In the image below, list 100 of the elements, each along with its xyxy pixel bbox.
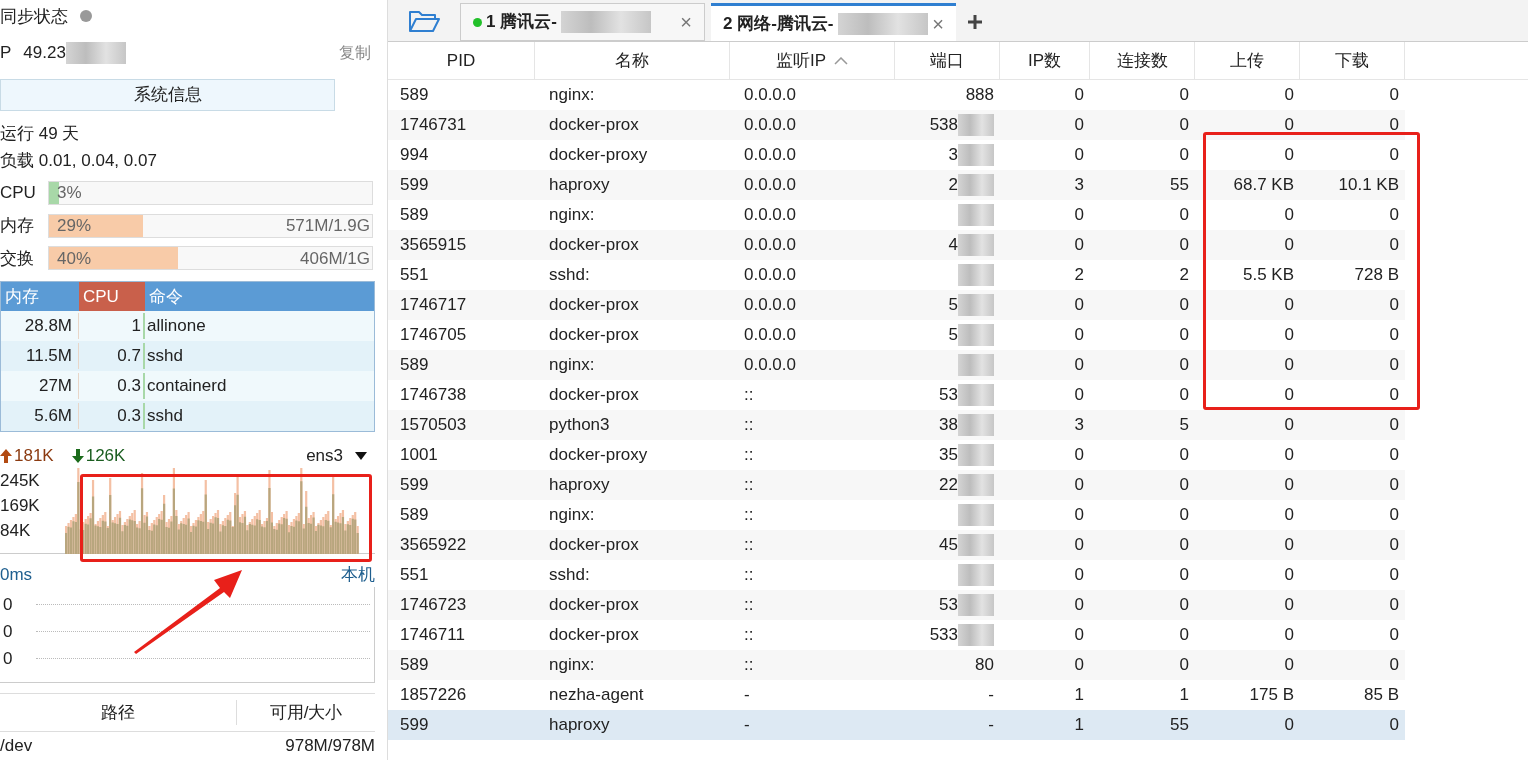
table-cell-text: 0: [1178, 384, 1190, 407]
blurred-patch: [958, 624, 994, 646]
table-row[interactable]: 1570503 python3 :: 38 3 5 0 0: [388, 410, 1405, 440]
table-cell-text: docker-prox: [548, 624, 640, 647]
table-cell-text: 35: [939, 444, 958, 467]
table-cell-text: 0: [1388, 204, 1400, 227]
column-header[interactable]: 监听IP: [730, 42, 895, 79]
meter-percent: 40%: [57, 247, 92, 270]
table-row[interactable]: 3565915 docker-prox 0.0.0.0 4 0 0 0 0: [388, 230, 1405, 260]
tab[interactable]: 1 腾讯云- ×: [460, 3, 705, 41]
table-cell-text: 551: [399, 564, 430, 587]
table-cell-text: 0: [1388, 624, 1400, 647]
table-cell-text: 0: [1073, 624, 1085, 647]
blurred-patch: [958, 444, 994, 466]
table-cell-text: 45: [939, 534, 958, 557]
table-cell-text: 0: [1283, 504, 1295, 527]
table-row[interactable]: 589 nginx: :: 80 0 0 0 0: [388, 650, 1405, 680]
table-cell-text: sshd: [146, 405, 184, 428]
table-cell-text: haproxy: [548, 714, 611, 737]
table-cell-text: 0: [1283, 654, 1295, 677]
table-row[interactable]: 599 haproxy - - 1 55 0 0: [388, 710, 1405, 740]
table-cell-text: 0: [1178, 444, 1190, 467]
blurred-patch: [958, 474, 994, 496]
table-cell-text: 0: [1073, 444, 1085, 467]
uptime-text: 运行 49 天: [0, 122, 81, 145]
table-cell-text: ::: [743, 414, 755, 437]
upload-rate: 181K: [14, 445, 54, 468]
table-cell-text: -: [988, 714, 994, 737]
blurred-patch: [958, 204, 994, 226]
column-header[interactable]: 可用/大小: [237, 699, 375, 726]
table-cell-text: 4: [948, 234, 958, 257]
table-cell-text: 1570503: [399, 414, 468, 437]
table-cell-text: 0.0.0.0: [743, 84, 797, 107]
table-cell-text: 0: [1283, 564, 1295, 587]
table-cell-text: 0: [1073, 204, 1085, 227]
column-header[interactable]: 名称: [535, 42, 730, 79]
folder-icon[interactable]: [408, 9, 440, 33]
table-cell-text: 0.0.0.0: [743, 114, 797, 137]
table-cell-text: sshd:: [548, 264, 591, 287]
column-header[interactable]: 上传: [1195, 42, 1300, 79]
table-cell-text: 53: [939, 384, 958, 407]
table-cell-text: 589: [399, 204, 430, 227]
table-row[interactable]: 599 haproxy 0.0.0.0 2 3 55 68.7 KB 10.1 KB: [388, 170, 1405, 200]
table-row[interactable]: 599 haproxy :: 22 0 0 0 0: [388, 470, 1405, 500]
table-cell-text: docker-prox: [548, 594, 640, 617]
table-cell-text: ::: [743, 534, 755, 557]
table-cell-text: containerd: [146, 375, 228, 398]
table-cell-text: 0: [1178, 144, 1190, 167]
upload-arrow-icon: [0, 448, 12, 463]
table-cell-text: 3: [1073, 174, 1085, 197]
table-cell-text: 175 B: [1248, 684, 1295, 707]
close-icon[interactable]: ×: [680, 7, 692, 37]
table-cell-text: 0: [1388, 714, 1400, 737]
table-row[interactable]: 589 nginx: 0.0.0.0 0 0 0 0: [388, 350, 1405, 380]
table-cell-text: 0: [1073, 384, 1085, 407]
latency-target[interactable]: 本机: [341, 561, 375, 588]
table-cell-text: 888: [965, 84, 994, 107]
interface-select[interactable]: ens3: [306, 443, 367, 469]
axis-label: 0: [2, 594, 14, 617]
table-cell-text: 3565922: [399, 534, 468, 557]
column-header[interactable]: CPU: [79, 281, 145, 311]
table-cell: 5.6M: [1, 403, 79, 429]
table-cell-text: 5: [1178, 414, 1190, 437]
table-cell-text: 0: [1283, 534, 1295, 557]
table-cell-text: 0: [1283, 594, 1295, 617]
table-row[interactable]: 1746717 docker-prox 0.0.0.0 5 0 0 0 0: [388, 290, 1405, 320]
table-cell-text: 0: [1388, 444, 1400, 467]
column-header[interactable]: PID: [388, 42, 535, 79]
table-cell-text: 0: [1388, 354, 1400, 377]
table-cell-text: docker-prox: [548, 534, 640, 557]
table-cell-text: 0: [1073, 144, 1085, 167]
table-row[interactable]: 1746731 docker-prox 0.0.0.0 538 0 0 0 0: [388, 110, 1405, 140]
table-cell-text: 0: [1388, 414, 1400, 437]
download-arrow-icon: [71, 448, 84, 463]
table-cell-text: sshd:: [548, 564, 591, 587]
column-header[interactable]: 端口: [895, 42, 1000, 79]
tab[interactable]: 2 网络-腾讯云- ×: [711, 3, 956, 41]
table-cell-text: 1746738: [399, 384, 468, 407]
close-icon[interactable]: ×: [932, 8, 944, 39]
table-cell-text: 0: [1388, 144, 1400, 167]
table-cell-text: 1: [1178, 684, 1190, 707]
table-cell-text: 0: [1283, 84, 1295, 107]
table-row[interactable]: 3565922 docker-prox :: 45 0 0 0 0: [388, 530, 1405, 560]
table-cell-text: 0: [1388, 84, 1400, 107]
column-header[interactable]: 路径: [0, 699, 237, 726]
ip-address: 49.23: [23, 42, 66, 64]
system-info-button[interactable]: 系统信息: [0, 78, 335, 111]
table-row[interactable]: 1746723 docker-prox :: 53 0 0 0 0: [388, 590, 1405, 620]
table-cell-text: ::: [743, 384, 755, 407]
meter-detail: 406M/1G: [300, 247, 370, 270]
column-header[interactable]: IP数: [1000, 42, 1090, 79]
add-tab-icon[interactable]: [968, 15, 982, 29]
table-cell-text: 68.7 KB: [1232, 174, 1295, 197]
table-cell-text: 0: [1073, 504, 1085, 527]
blurred-patch: [958, 144, 994, 166]
table-cell-text: 0.0.0.0: [743, 324, 797, 347]
copy-link[interactable]: 复制: [339, 40, 371, 65]
column-header[interactable]: 连接数: [1090, 42, 1195, 79]
table-cell-text: 53: [939, 594, 958, 617]
column-header[interactable]: 下载: [1300, 42, 1405, 79]
